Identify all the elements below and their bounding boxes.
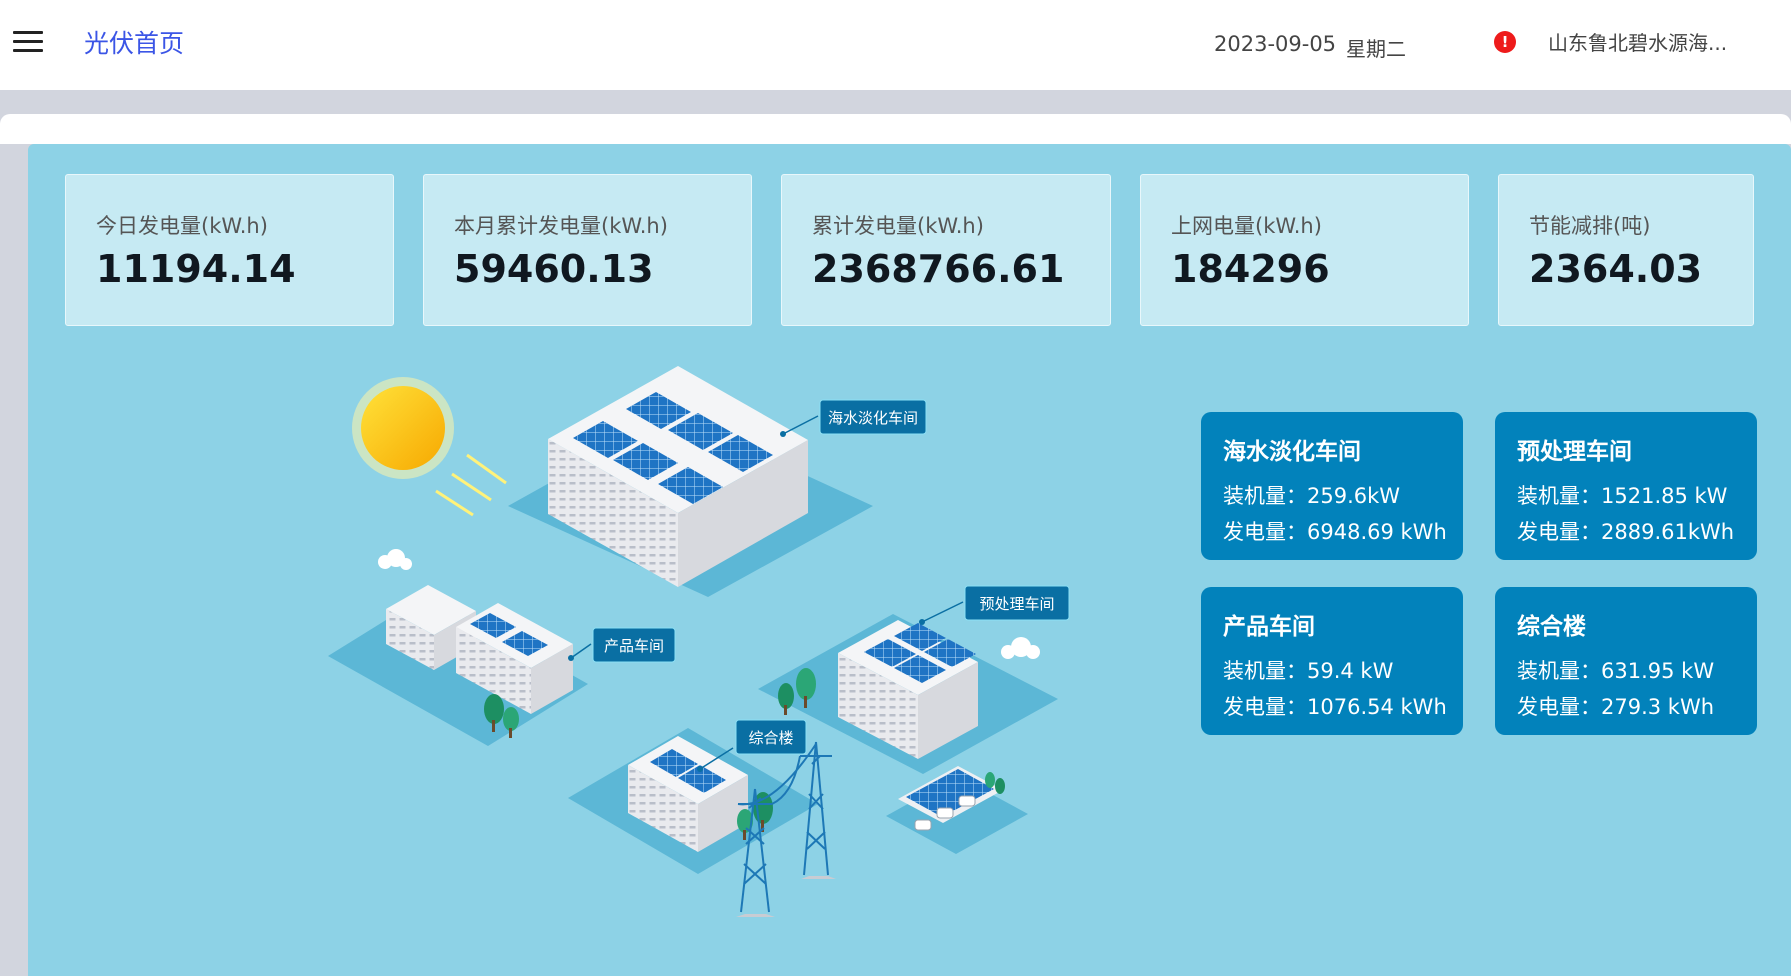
solar-plant-illustration: 海水淡化车间 预处理车间 产品车间 综合楼 bbox=[328, 366, 1070, 917]
workshop-card-pretreatment[interactable]: 预处理车间 装机量：1521.85 kW 发电量：2889.61kWh bbox=[1495, 412, 1757, 560]
desalination-building bbox=[508, 366, 873, 597]
sun-icon bbox=[352, 377, 507, 517]
hamburger-menu-icon[interactable] bbox=[13, 31, 43, 53]
workshop-capacity: 装机量：59.4 kW bbox=[1223, 659, 1394, 683]
stat-value: 184296 bbox=[1171, 247, 1330, 291]
workshop-generation: 发电量：279.3 kWh bbox=[1517, 695, 1715, 719]
content-top-strip bbox=[0, 114, 1791, 144]
scene-tag-label: 产品车间 bbox=[604, 637, 664, 655]
scene-tag-desalination: 海水淡化车间 bbox=[819, 399, 927, 435]
scene-tag-label: 综合楼 bbox=[748, 729, 793, 747]
workshop-capacity: 装机量：1521.85 kW bbox=[1517, 484, 1728, 508]
workshop-capacity: 装机量：259.6kW bbox=[1223, 484, 1401, 508]
product-building bbox=[328, 585, 592, 746]
scene-tag-product: 产品车间 bbox=[592, 627, 676, 663]
workshop-name: 海水淡化车间 bbox=[1223, 439, 1361, 465]
scene-tag-pretreatment: 预处理车间 bbox=[964, 585, 1070, 621]
exclamation-circle-icon[interactable]: ! bbox=[1494, 31, 1516, 53]
stat-value: 2364.03 bbox=[1529, 247, 1703, 291]
stat-label: 上网电量(kW.h) bbox=[1171, 214, 1322, 238]
page-title[interactable]: 光伏首页 bbox=[84, 24, 184, 60]
stat-label: 节能减排(吨) bbox=[1529, 214, 1651, 238]
scene-tag-label: 预处理车间 bbox=[979, 595, 1054, 613]
workshop-capacity: 装机量：631.95 kW bbox=[1517, 659, 1715, 683]
workshop-name: 产品车间 bbox=[1223, 614, 1315, 640]
stat-card-grid-power: 上网电量(kW.h) 184296 bbox=[1140, 174, 1469, 326]
dashboard-panel: 今日发电量(kW.h) 11194.14 本月累计发电量(kW.h) 59460… bbox=[28, 144, 1791, 976]
top-bar: 光伏首页 2023-09-05 星期二 ! 山东鲁北碧水源海... bbox=[0, 0, 1791, 90]
workshop-card-complex[interactable]: 综合楼 装机量：631.95 kW 发电量：279.3 kWh bbox=[1495, 587, 1757, 735]
charging-station-building bbox=[886, 766, 1028, 854]
workshop-card-product[interactable]: 产品车间 装机量：59.4 kW 发电量：1076.54 kWh bbox=[1201, 587, 1463, 735]
header-divider bbox=[0, 90, 1791, 114]
workshop-name: 综合楼 bbox=[1517, 614, 1586, 640]
scene-tag-label: 海水淡化车间 bbox=[828, 409, 918, 427]
workshop-card-desalination[interactable]: 海水淡化车间 装机量：259.6kW 发电量：6948.69 kWh bbox=[1201, 412, 1463, 560]
workshop-generation: 发电量：2889.61kWh bbox=[1517, 520, 1735, 544]
current-weekday: 星期二 bbox=[1346, 37, 1406, 61]
organization-selector[interactable]: 山东鲁北碧水源海... bbox=[1548, 27, 1758, 56]
workshop-name: 预处理车间 bbox=[1517, 439, 1632, 465]
scene-tag-complex: 综合楼 bbox=[735, 719, 807, 755]
workshop-generation: 发电量：6948.69 kWh bbox=[1223, 520, 1447, 544]
current-date: 2023-09-05 bbox=[1214, 32, 1337, 56]
stat-card-emission-reduction: 节能减排(吨) 2364.03 bbox=[1498, 174, 1754, 326]
workshop-generation: 发电量：1076.54 kWh bbox=[1223, 695, 1447, 719]
